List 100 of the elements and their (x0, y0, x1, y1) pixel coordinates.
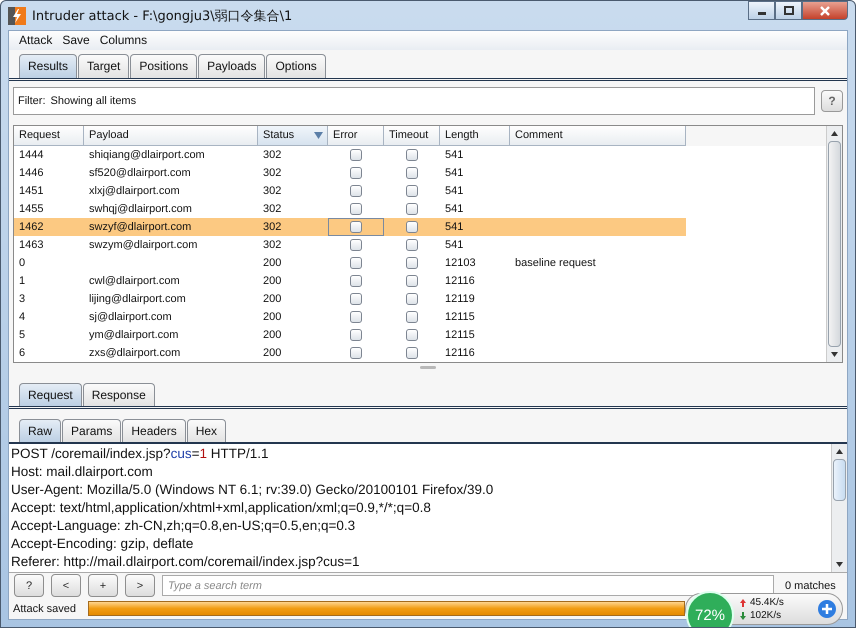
table-cell-text: 200 (262, 274, 282, 289)
timeout-checkbox[interactable] (406, 220, 418, 233)
table-cell-text: 1444 (18, 148, 44, 163)
timeout-checkbox[interactable] (406, 310, 418, 323)
status-text: Attack saved (13, 602, 76, 615)
error-checkbox[interactable] (350, 274, 362, 287)
table-cell-text: sf520@dlairport.com (88, 166, 192, 181)
column-header[interactable]: Timeout (384, 126, 440, 146)
tab[interactable]: Payloads (198, 54, 266, 78)
timeout-checkbox[interactable] (406, 166, 418, 179)
tab[interactable]: Results (19, 54, 78, 78)
error-checkbox[interactable] (350, 292, 362, 305)
error-checkbox[interactable] (350, 148, 362, 161)
table-cell-text: 12119 (444, 292, 476, 307)
request-line: Referer: http://mail.dlairport.com/coremail/index.jsp?cus=1 (11, 552, 361, 571)
filter-bar[interactable]: Filter: Showing all items (13, 86, 815, 115)
filter-label: Filter: (18, 94, 46, 107)
scroll-up-icon[interactable] (831, 130, 838, 136)
column-header[interactable]: Status (258, 126, 328, 146)
request-line: POST /coremail/index.jsp?cus=1 HTTP/1.1 (11, 444, 270, 463)
tab[interactable]: Request (19, 382, 82, 406)
plus-icon[interactable] (818, 600, 836, 618)
table-cell-text: 3 (18, 292, 26, 307)
timeout-checkbox[interactable] (406, 184, 418, 197)
tab[interactable]: Options (266, 54, 326, 78)
speed-widget[interactable]: 72% 45.4K/s 102K/s (685, 593, 843, 625)
table-cell-text: 12116 (444, 346, 476, 361)
timeout-checkbox[interactable] (406, 346, 418, 359)
timeout-checkbox[interactable] (406, 202, 418, 215)
app-logo-icon (8, 6, 26, 24)
scroll-down-icon[interactable] (831, 352, 838, 357)
timeout-checkbox[interactable] (406, 256, 418, 269)
timeout-checkbox[interactable] (406, 238, 418, 251)
search-field[interactable]: Type a search term (162, 575, 774, 596)
menu-item[interactable]: Save (62, 33, 90, 48)
minimize-icon (758, 12, 766, 15)
table-cell-text: 541 (444, 220, 464, 235)
table-cell-text: 302 (262, 238, 282, 253)
table-cell-text: 302 (262, 148, 282, 163)
download-arrow-icon (740, 612, 746, 620)
minimize-button[interactable] (748, 1, 775, 20)
match-count: 0 matches (785, 580, 836, 592)
table-cell-text: 1 (18, 274, 26, 289)
table-cell-text: 541 (444, 202, 464, 217)
table-cell-text: 302 (262, 184, 282, 199)
maximize-button[interactable] (775, 1, 802, 20)
column-header[interactable]: Comment (510, 126, 686, 146)
table-cell-text: 1455 (18, 202, 44, 217)
error-checkbox[interactable] (350, 346, 362, 359)
search-nav-button[interactable]: < (51, 574, 81, 598)
table-cell-text: 1446 (18, 166, 44, 181)
table-cell-text: 1451 (18, 184, 44, 199)
maximize-icon (784, 6, 794, 16)
error-checkbox[interactable] (350, 310, 362, 323)
timeout-checkbox[interactable] (406, 148, 418, 161)
error-checkbox[interactable] (350, 328, 362, 341)
table-cell-text: 12116 (444, 274, 476, 289)
search-nav-button[interactable]: ? (14, 574, 44, 598)
error-checkbox[interactable] (350, 184, 362, 197)
table-cell-text: sj@dlairport.com (88, 310, 173, 325)
close-icon (819, 4, 831, 16)
close-button[interactable] (802, 1, 848, 20)
menu-item[interactable]: Columns (100, 33, 148, 48)
splitter-handle[interactable] (420, 366, 436, 370)
error-checkbox[interactable] (350, 220, 362, 233)
scrollbar[interactable] (831, 444, 847, 572)
scrollbar[interactable] (826, 126, 842, 362)
table-cell-text: cwl@dlairport.com (88, 274, 181, 289)
scroll-up-icon[interactable] (836, 448, 843, 454)
table-cell-text: 0 (18, 256, 26, 271)
column-header[interactable]: Error (328, 126, 384, 146)
column-header[interactable]: Length (440, 126, 510, 146)
error-checkbox[interactable] (350, 166, 362, 179)
timeout-checkbox[interactable] (406, 274, 418, 287)
table-cell-text: shiqiang@dlairport.com (88, 148, 206, 163)
table-cell-text: 302 (262, 166, 282, 181)
timeout-checkbox[interactable] (406, 328, 418, 341)
error-checkbox[interactable] (350, 256, 362, 269)
menu-item[interactable]: Attack (19, 33, 52, 48)
column-header[interactable]: Payload (84, 126, 258, 146)
scroll-down-icon[interactable] (836, 562, 843, 567)
help-button[interactable]: ? (821, 90, 843, 112)
table-cell-text: 12115 (444, 310, 476, 325)
search-nav-button[interactable]: > (125, 574, 155, 598)
error-checkbox[interactable] (350, 238, 362, 251)
tab[interactable]: Headers (122, 418, 186, 442)
tab[interactable]: Response (82, 382, 155, 406)
window-title: Intruder attack - F:\gongju3\弱口令集合\1 (32, 8, 292, 24)
error-checkbox[interactable] (350, 202, 362, 215)
upload-speed: 45.4K/s (750, 596, 784, 609)
table-cell-text: 5 (18, 328, 26, 343)
tab[interactable]: Params (62, 418, 122, 442)
column-header[interactable]: Request (14, 126, 84, 146)
tab[interactable]: Positions (130, 54, 198, 78)
tab[interactable]: Target (78, 54, 130, 78)
request-line: User-Agent: Mozilla/5.0 (Windows NT 6.1; rv:39.0) Gecko/20100101 Firefox/39.0 (11, 480, 494, 499)
search-nav-button[interactable]: + (88, 574, 118, 598)
tab[interactable]: Hex (186, 418, 226, 442)
tab[interactable]: Raw (19, 418, 62, 442)
timeout-checkbox[interactable] (406, 292, 418, 305)
